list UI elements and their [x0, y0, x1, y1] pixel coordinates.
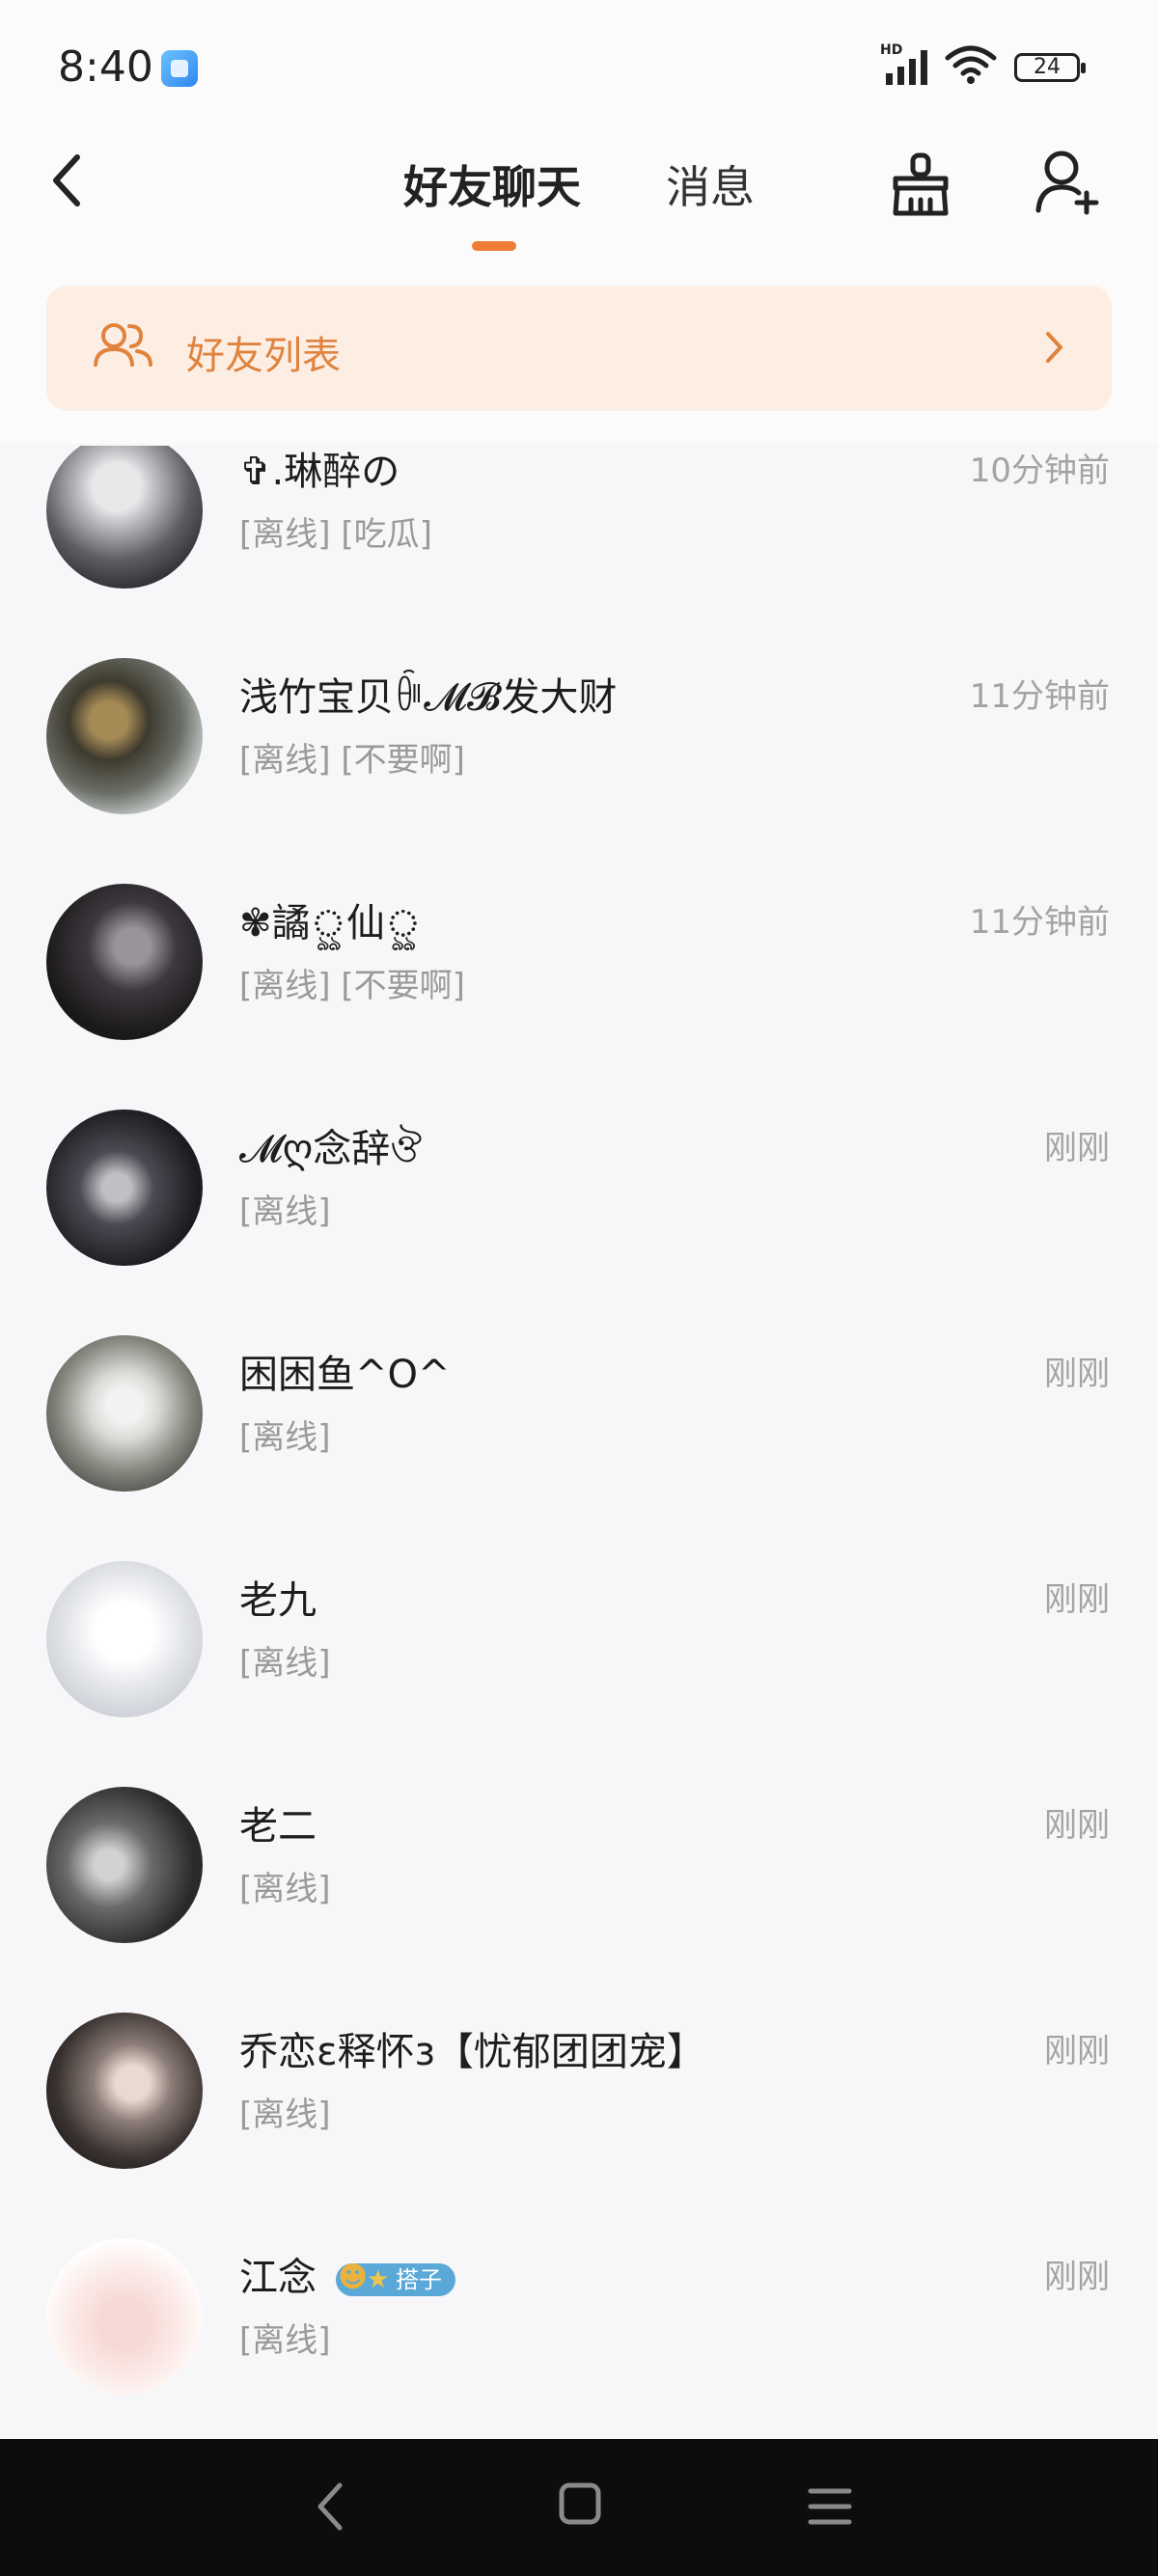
back-arrow-icon[interactable] [48, 150, 87, 211]
chat-status: [离线] [不要啊] [239, 741, 465, 780]
active-tab-indicator [472, 241, 516, 251]
chat-status: [离线] [239, 1418, 331, 1457]
chat-item[interactable]: 困困鱼^O^ [离线] 刚刚 [0, 1301, 1158, 1526]
broom-clean-icon[interactable] [886, 150, 955, 219]
chat-time: 11分钟前 [969, 677, 1110, 716]
chat-item[interactable]: 江念 ☻ ★ 搭子 [离线] 刚刚 [0, 2204, 1158, 2429]
friends-list-label: 好友列表 [186, 334, 341, 378]
status-time: 8:40 [58, 42, 153, 92]
chat-status: [离线] [239, 2096, 331, 2134]
chat-status: [离线] [239, 1870, 331, 1908]
avatar [46, 884, 203, 1040]
signal-icon [886, 50, 927, 85]
chat-item[interactable]: ✞.琳醉の [离线] [吃瓜] 10分钟前 [0, 446, 1158, 623]
chat-name: 老九 [239, 1578, 317, 1623]
avatar [46, 1561, 203, 1717]
friends-list-banner[interactable]: 好友列表 [46, 286, 1112, 411]
chat-time: 刚刚 [1044, 2032, 1110, 2070]
buddy-tag-badge: ☻ ★ 搭子 [336, 2261, 455, 2296]
battery-icon: 24 [1014, 53, 1086, 82]
chat-name-text: 江念 [239, 2256, 317, 2300]
tag-label: 搭子 [396, 2266, 442, 2293]
chevron-right-icon [1046, 332, 1062, 363]
chat-name: 老二 [239, 1804, 317, 1849]
app-notification-icon [161, 50, 198, 87]
avatar [46, 2013, 203, 2169]
chat-name: 𝓜ღ念辞ঔ [239, 1127, 423, 1171]
chat-name: ✞.琳醉の [239, 450, 400, 494]
system-nav-bar [0, 2439, 1158, 2576]
chat-name: 困困鱼^O^ [239, 1353, 451, 1397]
chat-status: [离线] [239, 2321, 331, 2360]
chat-list: ✞.琳醉の [离线] [吃瓜] 10分钟前 浅竹宝贝ꀼ𝓜𝓑发大财 [离线] [不… [0, 446, 1158, 2438]
status-bar: 8:40 HD 24 [0, 0, 1158, 135]
chat-time: 刚刚 [1044, 1580, 1110, 1619]
chat-time: 10分钟前 [969, 452, 1110, 490]
chat-status: [离线] [239, 1192, 331, 1231]
chat-name: ✾譎ৣ仙ৣ [239, 901, 422, 945]
star-emoji-icon: ★ [367, 2265, 390, 2294]
avatar [46, 2238, 203, 2395]
tab-friend-chat[interactable]: 好友聊天 [403, 152, 581, 216]
add-friend-icon[interactable] [1033, 147, 1102, 216]
avatar [46, 446, 203, 589]
chat-time: 刚刚 [1044, 2258, 1110, 2296]
avatar [46, 1110, 203, 1266]
chat-item[interactable]: 𝓜ღ念辞ঔ [离线] 刚刚 [0, 1075, 1158, 1301]
chat-name: 浅竹宝贝ꀼ𝓜𝓑发大财 [239, 675, 618, 720]
chat-name: 江念 ☻ ★ 搭子 [239, 2246, 455, 2302]
chat-item[interactable]: 老九 [离线] 刚刚 [0, 1526, 1158, 1752]
sunglasses-emoji-icon: ☻ [338, 2261, 369, 2294]
chat-item[interactable]: 浅竹宝贝ꀼ𝓜𝓑发大财 [离线] [不要啊] 11分钟前 [0, 623, 1158, 849]
chat-item[interactable]: 老二 [离线] 刚刚 [0, 1752, 1158, 1978]
wifi-icon [945, 45, 997, 84]
chat-item[interactable]: 乔恋ɛ释怀ɜ【忧郁团团宠】 [离线] 刚刚 [0, 1978, 1158, 2204]
chat-time: 刚刚 [1044, 1806, 1110, 1845]
nav-home-icon[interactable] [558, 2481, 602, 2526]
avatar [46, 1335, 203, 1492]
avatar [46, 658, 203, 814]
chat-time: 刚刚 [1044, 1129, 1110, 1167]
chat-name: 乔恋ɛ释怀ɜ【忧郁团团宠】 [239, 2030, 705, 2074]
chat-status: [离线] [吃瓜] [239, 515, 432, 554]
tab-messages[interactable]: 消息 [666, 152, 755, 216]
chat-status: [离线] [不要啊] [239, 967, 465, 1005]
nav-menu-icon[interactable] [807, 2485, 853, 2528]
friends-icon [94, 323, 152, 367]
chat-time: 刚刚 [1044, 1355, 1110, 1393]
chat-time: 11分钟前 [969, 903, 1110, 942]
nav-back-icon[interactable] [311, 2478, 349, 2535]
chat-status: [离线] [239, 1644, 331, 1683]
chat-item[interactable]: ✾譎ৣ仙ৣ [离线] [不要啊] 11分钟前 [0, 849, 1158, 1075]
avatar [46, 1787, 203, 1943]
